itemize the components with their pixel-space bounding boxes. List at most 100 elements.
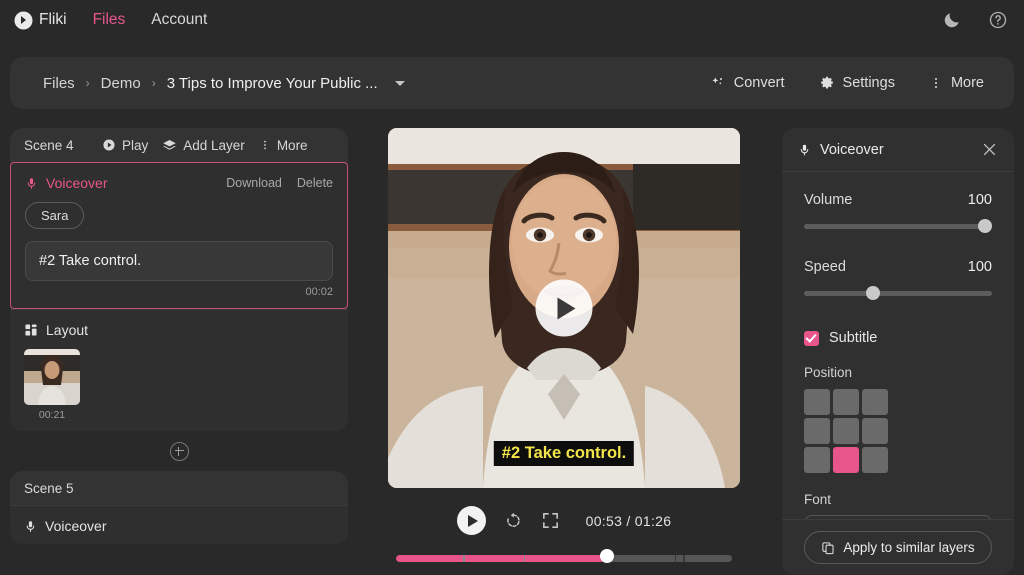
volume-slider-track[interactable]	[804, 223, 992, 229]
position-cell-bottom-left[interactable]	[804, 447, 830, 473]
layer-title-voiceover: Voiceover	[24, 518, 334, 534]
play-button[interactable]	[456, 506, 486, 535]
scene-list-panel[interactable]: Scene 4 Play Add Layer More Voiceover Do…	[10, 128, 348, 575]
font-label: Font	[804, 492, 832, 507]
play-badge-icon	[16, 12, 31, 28]
sparkles-icon	[712, 77, 722, 85]
progress-thumb[interactable]	[600, 548, 614, 563]
breadcrumb-separator: ›	[151, 76, 156, 90]
subtitle-toggle[interactable]: Subtitle	[804, 330, 992, 346]
position-grid[interactable]	[804, 389, 992, 473]
scene-more-label: More	[276, 137, 308, 153]
thumbnail-image	[24, 349, 80, 405]
settings-button[interactable]: Settings	[819, 75, 895, 91]
volume-slider-knob[interactable]	[978, 219, 992, 233]
layer-actions: Download Delete	[226, 176, 333, 190]
layer-title-layout: Layout	[24, 322, 334, 338]
position-cell-top-center[interactable]	[833, 389, 859, 415]
scene-title: Scene 4	[24, 137, 74, 153]
add-layer-label: Add Layer	[183, 137, 245, 153]
brand-label: Fliki	[39, 11, 67, 28]
breadcrumb: Files › Demo › 3 Tips to Improve Your Pu…	[10, 75, 405, 92]
layout-thumbnail[interactable]	[24, 349, 80, 405]
position-cell-top-left[interactable]	[804, 389, 830, 415]
breadcrumb-item-files[interactable]: Files	[43, 75, 75, 92]
fliki-editor-window: Fliki Files Account Files › Demo › 3 Tip…	[0, 0, 1024, 575]
help-circle-icon[interactable]	[988, 10, 1008, 30]
inspector-header: Voiceover	[782, 128, 1014, 172]
nav-item-account[interactable]: Account	[151, 11, 207, 29]
position-cell-top-right[interactable]	[862, 389, 888, 415]
plus-circle-icon[interactable]	[169, 441, 189, 461]
voiceover-duration: 00:02	[305, 286, 333, 298]
nav-item-files[interactable]: Files	[93, 11, 126, 29]
breadcrumb-actions: Convert Settings More	[710, 75, 1014, 91]
settings-label: Settings	[842, 75, 895, 91]
scene-play-button[interactable]: Play	[102, 138, 148, 153]
video-player[interactable]: #2 Take control.	[388, 128, 740, 488]
delete-button[interactable]: Delete	[297, 176, 333, 190]
add-layer-button[interactable]: Add Layer	[162, 138, 245, 153]
moon-icon[interactable]	[942, 10, 962, 30]
speed-slider-knob[interactable]	[866, 286, 881, 300]
subtitle-checkbox[interactable]	[804, 330, 819, 346]
time-display: 00:53 / 01:26	[585, 512, 672, 529]
topnav-right	[942, 10, 1024, 30]
progress-track[interactable]	[396, 555, 732, 562]
play-circle-icon	[103, 139, 115, 151]
position-cell-bottom-right[interactable]	[862, 447, 888, 473]
play-icon[interactable]	[535, 279, 593, 337]
position-cell-middle-left[interactable]	[804, 418, 830, 444]
inspector-body: Volume 100 Speed 100 Subtitle Position F…	[782, 172, 1014, 575]
position-cell-middle-right[interactable]	[862, 418, 888, 444]
apply-label: Apply to similar layers	[843, 540, 975, 555]
position-cell-middle-center[interactable]	[833, 418, 859, 444]
breadcrumb-separator: ›	[85, 76, 90, 90]
segment-marker	[683, 555, 685, 562]
layer-title-voiceover: Voiceover	[25, 175, 107, 191]
scene-body: Voiceover	[10, 505, 348, 544]
download-button[interactable]: Download	[226, 176, 282, 190]
add-scene-row	[10, 431, 348, 471]
chevron-down-icon[interactable]	[394, 80, 405, 86]
speed-value: 100	[967, 259, 992, 275]
scene-header: Scene 4 Play Add Layer More	[10, 128, 348, 162]
close-icon[interactable]	[981, 141, 998, 158]
progress-bar[interactable]	[388, 548, 740, 565]
layer-label: Voiceover	[46, 175, 108, 191]
position-label: Position	[804, 365, 853, 380]
layer-header: Voiceover Download Delete	[25, 175, 333, 191]
top-navbar: Fliki Files Account	[0, 0, 1024, 40]
scene-more-button[interactable]: More	[259, 138, 308, 153]
expand-icon[interactable]	[541, 511, 560, 530]
speed-slider[interactable]	[804, 286, 992, 300]
convert-label: Convert	[733, 75, 785, 91]
more-button[interactable]: More	[929, 75, 984, 91]
more-label: More	[950, 75, 984, 91]
speed-slider-track[interactable]	[804, 290, 992, 296]
breadcrumb-item-demo[interactable]: Demo	[101, 75, 141, 92]
volume-label: Volume	[804, 192, 853, 208]
layout-thumbnail-wrap[interactable]: 00:21	[24, 349, 80, 421]
scene-header: Scene 5	[10, 471, 348, 505]
voiceover-text-input[interactable]: #2 Take control.	[25, 241, 333, 281]
rotate-left-icon[interactable]	[504, 511, 523, 530]
layout-grid-icon	[25, 324, 37, 336]
convert-button[interactable]: Convert	[710, 75, 785, 91]
dots-vertical-icon	[934, 78, 937, 88]
volume-slider[interactable]	[804, 219, 992, 233]
position-cell-bottom-center[interactable]	[833, 447, 859, 473]
layer-voiceover[interactable]: Voiceover Download Delete Sara #2 Take c…	[10, 162, 348, 309]
inspector-footer: Apply to similar layers	[782, 519, 1014, 575]
inspector-title: Voiceover	[798, 142, 884, 158]
voice-chip-sara[interactable]: Sara	[25, 202, 85, 229]
breadcrumb-item-project[interactable]: 3 Tips to Improve Your Public ...	[167, 75, 378, 92]
scene-play-label: Play	[122, 137, 149, 153]
layers-icon	[163, 139, 177, 150]
apply-to-similar-layers-button[interactable]: Apply to similar layers	[804, 531, 992, 564]
brand-logo[interactable]: Fliki	[16, 11, 67, 29]
layer-layout[interactable]: Layout 00:21	[10, 309, 348, 431]
inspector-title-label: Voiceover	[820, 141, 884, 158]
layer-voiceover[interactable]: Voiceover	[10, 505, 348, 544]
